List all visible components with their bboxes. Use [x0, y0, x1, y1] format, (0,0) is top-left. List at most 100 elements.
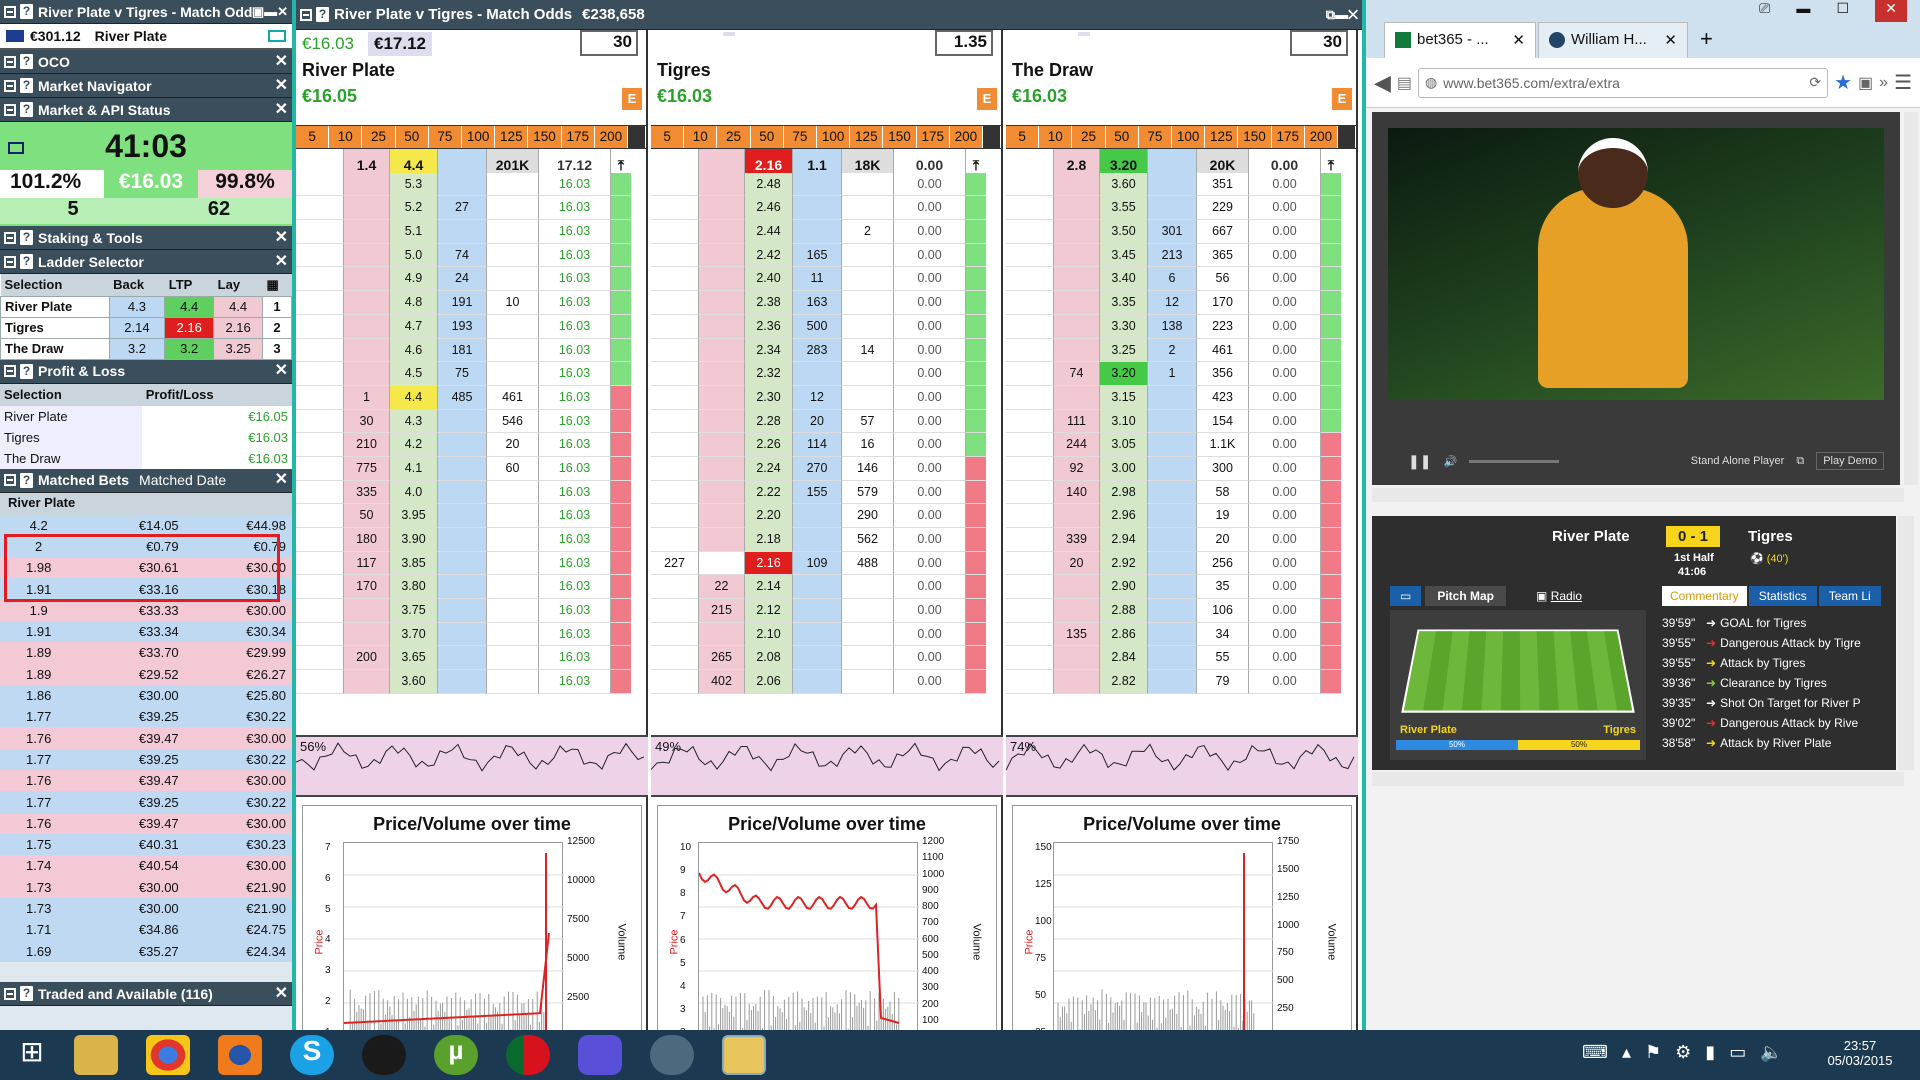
- ladsel-row[interactable]: River Plate 4.3 4.4 4.4 1: [1, 296, 292, 317]
- ladder-row[interactable]: 2.26 114 16 0.00: [651, 433, 1003, 457]
- stake-button[interactable]: 75: [1139, 126, 1172, 148]
- minimize-icon[interactable]: [4, 6, 16, 18]
- traded-available-bar[interactable]: ? Traded and Available (116) ✕: [0, 982, 292, 1006]
- ladder-cell[interactable]: 1: [344, 386, 390, 410]
- ladder-cell[interactable]: [1054, 575, 1100, 599]
- ladder-row[interactable]: 3.70 16.03: [296, 623, 648, 647]
- h-scrollbar[interactable]: [1372, 772, 1904, 786]
- stake-button[interactable]: 5: [296, 126, 329, 148]
- stake-button[interactable]: 75: [784, 126, 817, 148]
- ladder-row[interactable]: 2.22 155 579 0.00: [651, 481, 1003, 505]
- ladder-cell[interactable]: [1054, 599, 1100, 623]
- scrollbar[interactable]: [1904, 112, 1918, 485]
- ladder-cell[interactable]: [699, 244, 745, 268]
- market-status-bar[interactable]: ? Market & API Status ✕: [0, 98, 292, 122]
- close-icon[interactable]: ✕: [275, 363, 288, 379]
- ladder-cell[interactable]: [793, 575, 842, 599]
- ladder-cell[interactable]: 283: [793, 339, 842, 363]
- ladder-row[interactable]: 2.10 0.00: [651, 623, 1003, 647]
- ladder-cell[interactable]: [438, 646, 487, 670]
- ladder-row[interactable]: 3.75 16.03: [296, 599, 648, 623]
- portugal-icon[interactable]: [506, 1035, 550, 1075]
- ladder-cell[interactable]: [1054, 173, 1100, 197]
- screen-icon[interactable]: [268, 30, 286, 42]
- ladder-cell[interactable]: [1148, 670, 1197, 694]
- ladder-row[interactable]: 22 2.14 0.00: [651, 575, 1003, 599]
- ladder-cell[interactable]: [1148, 504, 1197, 528]
- ladder-cell[interactable]: [699, 220, 745, 244]
- stake-button[interactable]: 200: [595, 126, 628, 148]
- ladder-cell[interactable]: [1054, 291, 1100, 315]
- ladder-cell[interactable]: [1148, 599, 1197, 623]
- scrollbar[interactable]: [1898, 516, 1914, 770]
- stake-button[interactable]: 5: [1006, 126, 1039, 148]
- ladder-row[interactable]: 2.30 12 0.00: [651, 386, 1003, 410]
- ladder-cell[interactable]: [1148, 646, 1197, 670]
- ladder-row[interactable]: 111 3.10 154 0.00: [1006, 410, 1358, 434]
- ladder-cell[interactable]: [793, 196, 842, 220]
- ladder-cell[interactable]: 109: [793, 552, 842, 576]
- video-frame[interactable]: [1388, 128, 1884, 400]
- ladder-row[interactable]: 20 2.92 256 0.00: [1006, 552, 1358, 576]
- ladder-row[interactable]: 2.36 500 0.00: [651, 315, 1003, 339]
- stake-input[interactable]: 30: [1290, 30, 1348, 56]
- ladder-row[interactable]: 3.45 213 365 0.00: [1006, 244, 1358, 268]
- ladder-row[interactable]: 180 3.90 16.03: [296, 528, 648, 552]
- ladder-cell[interactable]: [793, 623, 842, 647]
- ladder-cell[interactable]: 301: [1148, 220, 1197, 244]
- ladder-row[interactable]: 2.90 35 0.00: [1006, 575, 1358, 599]
- left-titlebar[interactable]: ? River Plate v Tigres - Match Odds ▣▬✕: [0, 0, 292, 24]
- stake-button[interactable]: 50: [751, 126, 784, 148]
- ladder-cell[interactable]: [438, 670, 487, 694]
- ladder-cell[interactable]: [793, 670, 842, 694]
- ladder-cell[interactable]: [438, 457, 487, 481]
- ladder-cell[interactable]: [699, 339, 745, 363]
- ladder-row[interactable]: 200 3.65 16.03: [296, 646, 648, 670]
- stake-button[interactable]: 10: [329, 126, 362, 148]
- stake-button[interactable]: 200: [1305, 126, 1338, 148]
- ladder-cell[interactable]: 485: [438, 386, 487, 410]
- ladder-cell[interactable]: [344, 339, 390, 363]
- ladder-row[interactable]: 3.60 16.03: [296, 670, 648, 694]
- ladder-cell[interactable]: 191: [438, 291, 487, 315]
- matched-date-label[interactable]: Matched Date: [139, 472, 275, 488]
- ladsel-row[interactable]: The Draw 3.2 3.2 3.25 3: [1, 338, 292, 359]
- tab-williamhill[interactable]: William H... ✕: [1538, 22, 1688, 58]
- ladder-row[interactable]: 140 2.98 58 0.00: [1006, 481, 1358, 505]
- ladder-row[interactable]: 170 3.80 16.03: [296, 575, 648, 599]
- ladder-cell[interactable]: [699, 623, 745, 647]
- ladder-row[interactable]: 2.44 2 0.00: [651, 220, 1003, 244]
- ladder-cell[interactable]: [344, 220, 390, 244]
- play-demo-button[interactable]: Play Demo: [1816, 452, 1884, 470]
- ladder-cell[interactable]: [1054, 315, 1100, 339]
- stake-button[interactable]: 100: [817, 126, 850, 148]
- ladder-row[interactable]: 3.35 12 170 0.00: [1006, 291, 1358, 315]
- utorrent-icon[interactable]: µ: [434, 1035, 478, 1075]
- ladder-row[interactable]: 339 2.94 20 0.00: [1006, 528, 1358, 552]
- ladder-row[interactable]: 265 2.08 0.00: [651, 646, 1003, 670]
- ladder-cell[interactable]: 30: [344, 410, 390, 434]
- close-tab-icon[interactable]: ✕: [1512, 31, 1525, 49]
- ladder-cell[interactable]: 180: [344, 528, 390, 552]
- stake-input[interactable]: 1.35: [935, 30, 993, 56]
- monitor-icon[interactable]: ▭: [1390, 586, 1421, 606]
- ladder-row[interactable]: 2.20 290 0.00: [651, 504, 1003, 528]
- ladder-cell[interactable]: 155: [793, 481, 842, 505]
- close-icon[interactable]: ✕: [275, 986, 288, 1002]
- ladder-cell[interactable]: [438, 623, 487, 647]
- ladder-cell[interactable]: [438, 552, 487, 576]
- volume-icon[interactable]: 🔊: [1443, 455, 1457, 468]
- stake-button[interactable]: 100: [1172, 126, 1205, 148]
- ladder-cell[interactable]: 193: [438, 315, 487, 339]
- ladder-cell[interactable]: [699, 433, 745, 457]
- ladder-row[interactable]: 2.38 163 0.00: [651, 291, 1003, 315]
- tab-radio[interactable]: Radio: [1551, 589, 1582, 603]
- skype-icon[interactable]: S: [290, 1035, 334, 1075]
- ladder-row[interactable]: 30 4.3 546 16.03: [296, 410, 648, 434]
- ladder-cell[interactable]: [1148, 575, 1197, 599]
- reload-icon[interactable]: ⟳: [1809, 74, 1821, 91]
- ladder-row[interactable]: 2.42 165 0.00: [651, 244, 1003, 268]
- arrow-icon[interactable]: [983, 126, 1001, 148]
- stake-button[interactable]: 150: [528, 126, 561, 148]
- menu-icon[interactable]: ☰: [1894, 70, 1912, 95]
